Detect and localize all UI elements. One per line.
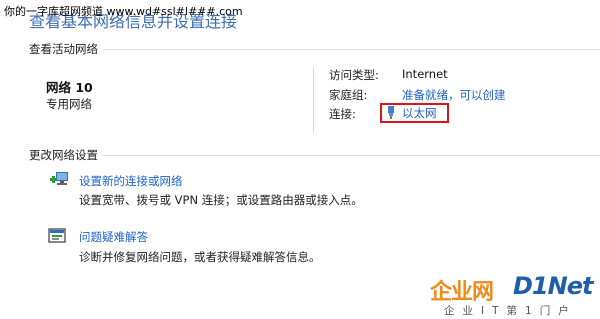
access-type-label: 访问类型: (329, 68, 379, 82)
connections-label: 连接: (329, 107, 356, 121)
access-type-value: Internet (402, 67, 448, 81)
section-divider (103, 155, 600, 156)
active-networks-header: 查看活动网络 (29, 42, 98, 56)
ethernet-icon (388, 106, 394, 119)
homegroup-link[interactable]: 准备就绪，可以创建 (402, 87, 506, 103)
network-setup-icon (50, 172, 68, 185)
watermark-logo-brand: 企业网 (430, 280, 494, 305)
network-name: 网络 10 (46, 80, 93, 95)
setup-connection-description: 设置宽带、拨号或 VPN 连接；或设置路由器或接入点。 (79, 193, 363, 207)
setup-connection-link[interactable]: 设置新的连接或网络 (79, 173, 183, 189)
change-settings-header: 更改网络设置 (29, 148, 98, 162)
watermark-logo-slogan: 企业IT第1门户 (444, 305, 577, 317)
network-type: 专用网络 (46, 97, 92, 111)
vertical-separator (313, 68, 314, 132)
watermark-text: 你的一字库超网频道 www.wd#ssl#l###.com (4, 5, 243, 18)
ethernet-connection-link[interactable]: 以太网 (402, 105, 437, 121)
section-divider (103, 49, 600, 50)
troubleshoot-link[interactable]: 问题疑难解答 (79, 229, 148, 245)
troubleshoot-icon (48, 228, 66, 243)
watermark-logo-d1net: D1Net (513, 272, 593, 300)
troubleshoot-description: 诊断并修复网络问题，或者获得疑难解答信息。 (79, 250, 321, 264)
homegroup-label: 家庭组: (329, 88, 368, 102)
